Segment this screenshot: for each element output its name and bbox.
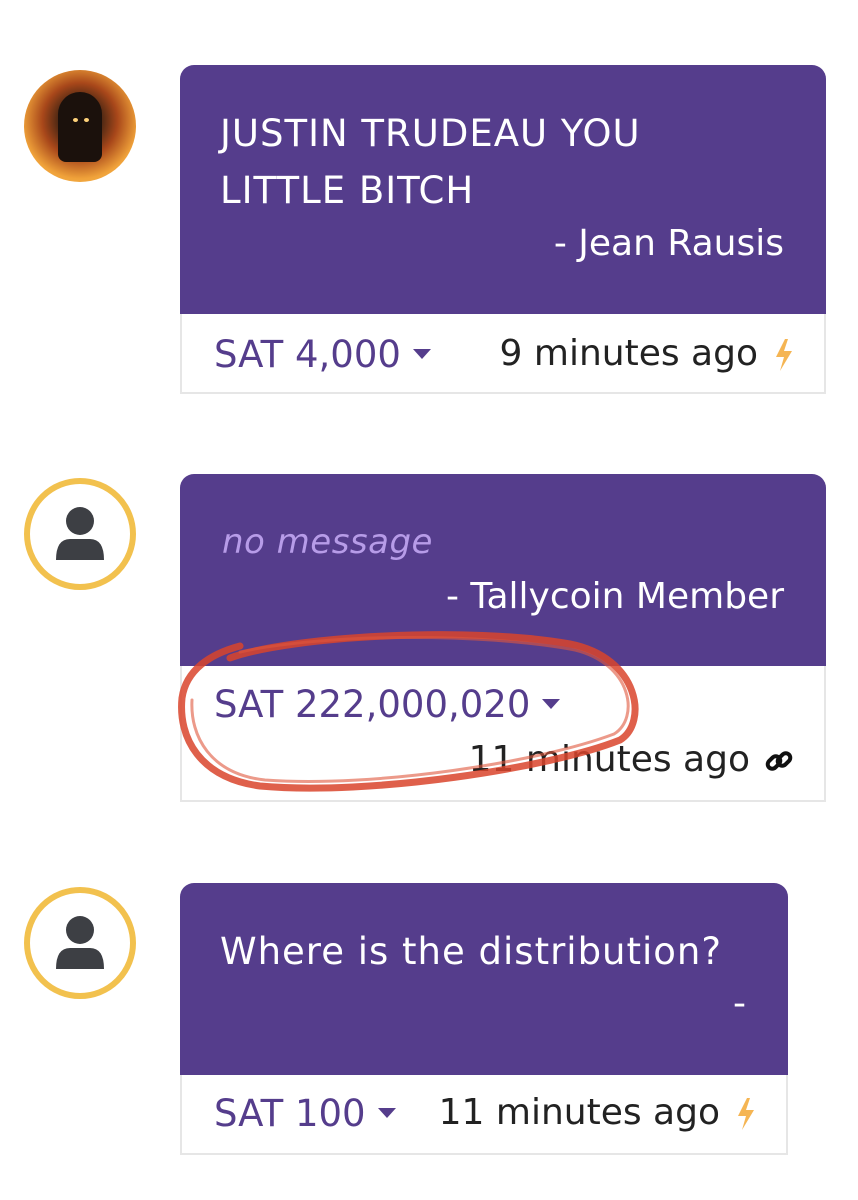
tip-message-line: LITTLE BITCH <box>220 169 475 212</box>
tip-card: JUSTIN TRUDEAU YOU LITTLE BITCH - Jean R… <box>180 65 826 394</box>
tip-author: - <box>733 983 746 1024</box>
avatar-default[interactable] <box>24 887 136 999</box>
tip-footer: SAT 222,000,020 11 minutes ago <box>180 666 826 802</box>
tip-message-placeholder: no message <box>222 522 433 562</box>
tip-time: 11 minutes ago <box>438 1092 720 1133</box>
tip-author: - Jean Rausis <box>553 223 784 264</box>
tip-card: no message - Tallycoin Member SAT 222,00… <box>180 474 826 802</box>
tip-message: JUSTIN TRUDEAU YOU LITTLE BITCH <box>220 105 641 219</box>
avatar-default[interactable] <box>24 478 136 590</box>
amount-dropdown[interactable]: SAT 222,000,020 <box>214 683 561 726</box>
user-icon <box>56 916 104 969</box>
amount-value: SAT 4,000 <box>214 333 401 376</box>
tip-message-panel: Where is the distribution? - <box>180 883 788 1075</box>
lightning-icon <box>738 1098 754 1130</box>
avatar-jean-rausis[interactable] <box>24 70 136 182</box>
user-icon <box>56 507 104 560</box>
avatar-eye <box>73 118 78 122</box>
avatar-eye <box>84 118 89 122</box>
amount-dropdown[interactable]: SAT 4,000 <box>214 333 431 376</box>
tip-message-line: JUSTIN TRUDEAU YOU <box>220 112 641 155</box>
tip-card: Where is the distribution? - SAT 100 11 … <box>180 883 788 1155</box>
tip-footer: SAT 100 11 minutes ago <box>180 1075 788 1155</box>
caret-down-icon[interactable] <box>542 698 561 709</box>
tip-message: Where is the distribution? <box>220 930 723 973</box>
tip-author: - Tallycoin Member <box>446 576 784 617</box>
amount-dropdown[interactable]: SAT 100 <box>214 1092 396 1135</box>
tip-time: 9 minutes ago <box>499 333 758 374</box>
amount-value: SAT 100 <box>214 1092 366 1135</box>
tip-message-panel: no message - Tallycoin Member <box>180 474 826 666</box>
amount-value: SAT 222,000,020 <box>214 683 531 726</box>
tip-footer: SAT 4,000 9 minutes ago <box>180 314 826 394</box>
caret-down-icon[interactable] <box>412 348 431 359</box>
link-icon[interactable] <box>764 746 794 776</box>
caret-down-icon[interactable] <box>377 1107 396 1118</box>
tip-time: 11 minutes ago <box>468 739 750 780</box>
avatar-figure <box>58 92 102 162</box>
tip-message-panel: JUSTIN TRUDEAU YOU LITTLE BITCH - Jean R… <box>180 65 826 314</box>
lightning-icon <box>776 339 792 371</box>
